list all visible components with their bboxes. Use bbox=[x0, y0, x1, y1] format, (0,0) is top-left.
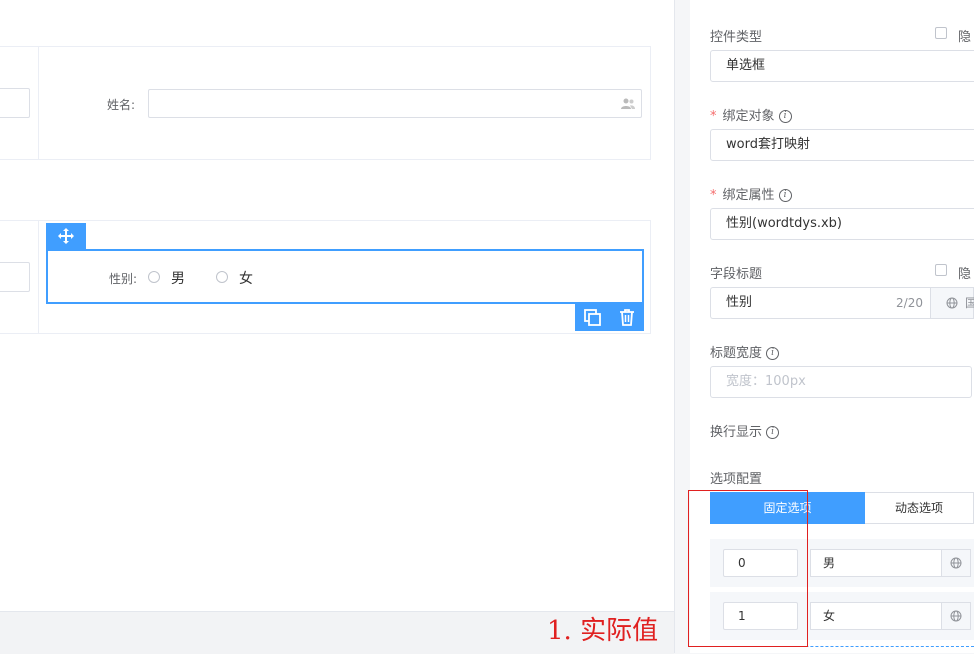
bind-attr-label-text: 绑定属性 bbox=[722, 188, 775, 203]
form-design-canvas: 姓名: 性别: 男 女 bbox=[0, 0, 674, 611]
wrap-display-label: 换行显示 i bbox=[710, 421, 780, 440]
hide-checkbox-label: 隐 bbox=[958, 30, 972, 45]
field-title-value: 性别 bbox=[726, 295, 753, 310]
hide-checkbox[interactable] bbox=[935, 27, 947, 39]
hide-title-checkbox[interactable] bbox=[935, 264, 947, 276]
left-cell-input[interactable] bbox=[0, 88, 30, 118]
globe-icon bbox=[950, 610, 962, 622]
name-field-label: 姓名: bbox=[107, 98, 136, 112]
required-mark: * bbox=[710, 109, 717, 124]
i18n-addon[interactable]: 国 bbox=[930, 287, 974, 319]
bind-object-select[interactable]: word套打映射 bbox=[710, 129, 974, 161]
column-divider bbox=[38, 220, 39, 334]
move-icon bbox=[58, 228, 74, 244]
column-divider bbox=[38, 46, 39, 160]
option-label-input[interactable]: 女 bbox=[810, 602, 941, 630]
radio-female[interactable] bbox=[216, 271, 228, 283]
left-cell-input[interactable] bbox=[0, 262, 30, 292]
option-label-input[interactable]: 男 bbox=[810, 549, 941, 577]
hide-title-checkbox-label: 隐 bbox=[958, 267, 972, 282]
info-icon[interactable]: i bbox=[778, 189, 792, 202]
field-toolbar bbox=[575, 304, 644, 331]
user-group-icon bbox=[621, 98, 635, 109]
required-mark: * bbox=[710, 188, 717, 203]
char-count: 2/20 bbox=[896, 296, 923, 310]
globe-icon bbox=[950, 557, 962, 569]
info-icon[interactable]: i bbox=[766, 426, 780, 439]
bind-object-label-text: 绑定对象 bbox=[722, 109, 775, 124]
field-title-input[interactable]: 性别 2/20 bbox=[710, 287, 931, 319]
bind-object-label: * 绑定对象 i bbox=[710, 105, 792, 124]
option-i18n-button[interactable] bbox=[941, 549, 971, 577]
radio-male-label: 男 bbox=[171, 271, 185, 287]
options-config-label: 选项配置 bbox=[710, 472, 763, 487]
option-i18n-button[interactable] bbox=[941, 602, 971, 630]
title-width-input[interactable]: 宽度：100px bbox=[710, 366, 972, 398]
delete-icon[interactable] bbox=[619, 309, 635, 326]
control-type-label: 控件类型 bbox=[710, 30, 763, 45]
control-type-select[interactable]: 单选框 bbox=[710, 50, 974, 82]
info-icon[interactable]: i bbox=[766, 347, 780, 360]
i18n-addon-label: 国 bbox=[965, 296, 974, 310]
wrap-display-label-text: 换行显示 bbox=[710, 425, 763, 440]
gender-field-label: 性别: bbox=[109, 272, 138, 286]
copy-icon[interactable] bbox=[584, 309, 601, 326]
name-input[interactable] bbox=[148, 89, 642, 118]
title-width-label: 标题宽度 i bbox=[710, 342, 780, 361]
field-title-label: 字段标题 bbox=[710, 267, 763, 282]
globe-icon bbox=[946, 297, 958, 309]
radio-male[interactable] bbox=[148, 271, 160, 283]
tab-dynamic-options[interactable]: 动态选项 bbox=[865, 492, 974, 524]
move-handle[interactable] bbox=[46, 223, 86, 249]
radio-female-label: 女 bbox=[239, 271, 253, 287]
info-icon[interactable]: i bbox=[778, 110, 792, 123]
annotation-highlight-box bbox=[688, 490, 808, 647]
bind-attr-label: * 绑定属性 i bbox=[710, 184, 792, 203]
bind-attr-select[interactable]: 性别(wordtdys.xb) bbox=[710, 208, 974, 240]
title-width-label-text: 标题宽度 bbox=[710, 346, 763, 361]
annotation-text: 1. 实际值 bbox=[547, 616, 659, 646]
